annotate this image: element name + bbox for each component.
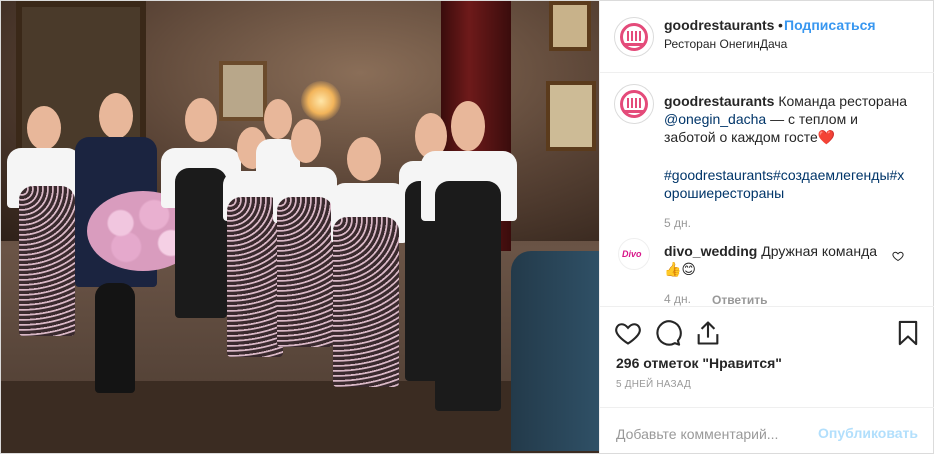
- photo-wall-frame: [546, 81, 596, 151]
- follow-button[interactable]: Подписаться: [784, 17, 876, 33]
- photo-floor: [1, 381, 599, 453]
- comments-list[interactable]: goodrestaurants Команда ресторана @onegi…: [600, 74, 934, 306]
- caption-mention[interactable]: @onegin_dacha: [664, 111, 766, 127]
- likes-count[interactable]: 296 отметок "Нравится": [616, 355, 782, 371]
- comment-text: divo_wedding Дружная команда 👍😊: [664, 242, 884, 278]
- commenter-avatar-text: Divo: [622, 249, 642, 259]
- heart-emoji: ❤️: [817, 129, 836, 145]
- caption-avatar[interactable]: [614, 84, 654, 124]
- caption-time[interactable]: 5 дн.: [664, 216, 691, 230]
- comment-time[interactable]: 4 дн.: [664, 292, 691, 306]
- comment-input[interactable]: [616, 424, 816, 444]
- caption-part3: заботой о каждом госте: [664, 129, 818, 145]
- post-photo[interactable]: [1, 1, 599, 453]
- hashtags-line1[interactable]: #goodrestaurants#создаемлегенды#х: [664, 167, 904, 183]
- reply-button[interactable]: Ответить: [712, 293, 767, 306]
- commenter-avatar[interactable]: Divo: [618, 238, 650, 270]
- post-date[interactable]: 5 ДНЕЙ НАЗАД: [616, 379, 691, 390]
- share-icon[interactable]: [694, 319, 722, 347]
- brand-avatar[interactable]: [614, 17, 654, 57]
- add-comment-bar: Опубликовать: [600, 407, 934, 454]
- caption-part2: — с теплом и: [770, 111, 858, 127]
- photo-armchair: [511, 251, 599, 451]
- post-actions: 296 отметок "Нравится" 5 ДНЕЙ НАЗАД Опуб…: [600, 306, 934, 444]
- small-heart-icon[interactable]: [892, 250, 904, 262]
- caption-hashtags: #goodrestaurants#создаемлегенды#х орошие…: [664, 166, 918, 202]
- publish-button[interactable]: Опубликовать: [818, 425, 918, 441]
- hashtags-line2[interactable]: орошиерестораны: [664, 185, 784, 201]
- post-location[interactable]: Ресторан ОнегинДача: [664, 37, 787, 51]
- post-header: goodrestaurants • Подписаться Ресторан О…: [600, 1, 934, 73]
- bookmark-icon[interactable]: [894, 319, 922, 347]
- photo-lamp: [301, 81, 341, 121]
- comment-username[interactable]: divo_wedding: [664, 243, 757, 259]
- photo-wall-frame: [219, 61, 267, 121]
- caption-username[interactable]: goodrestaurants: [664, 93, 774, 109]
- separator-dot: •: [778, 17, 783, 33]
- comment-icon[interactable]: [654, 319, 682, 347]
- caption-part1: Команда ресторана: [778, 93, 907, 109]
- comment-emoji: 👍😊: [664, 261, 697, 277]
- post-dialog: goodrestaurants • Подписаться Ресторан О…: [0, 0, 934, 454]
- photo-wall-frame: [549, 1, 591, 51]
- caption-text: goodrestaurants Команда ресторана @onegi…: [664, 92, 918, 146]
- post-side-panel: goodrestaurants • Подписаться Ресторан О…: [599, 1, 934, 453]
- heart-icon[interactable]: [614, 319, 642, 347]
- author-username[interactable]: goodrestaurants: [664, 17, 774, 33]
- comment-body: Дружная команда: [761, 243, 878, 259]
